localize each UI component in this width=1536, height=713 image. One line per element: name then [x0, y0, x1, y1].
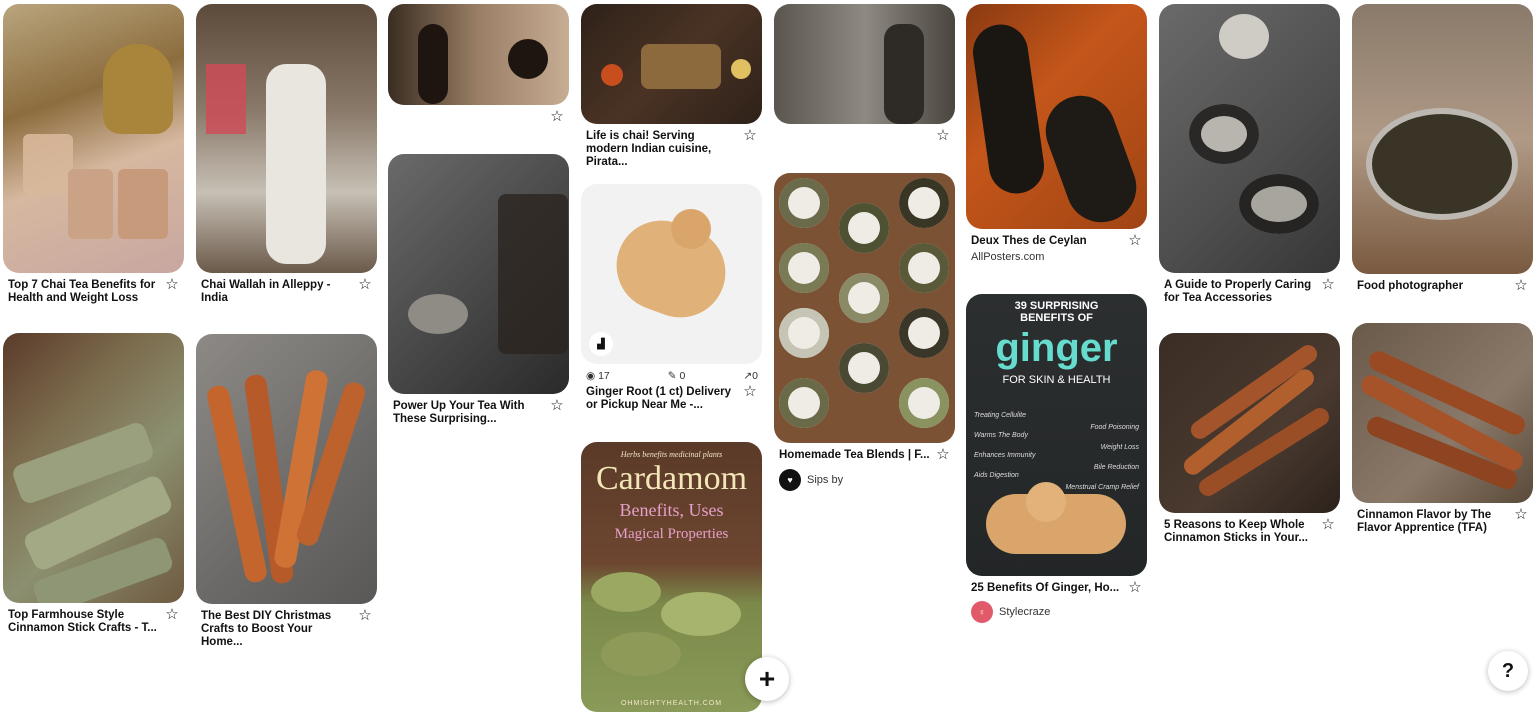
overlay-top: Herbs benefits medicinal plants [620, 450, 723, 459]
source-name: AllPosters.com [971, 251, 1045, 263]
benefit-list-left: Treating Cellulite Warms The Body Enhanc… [974, 412, 1036, 479]
pin-cinnamon-flavor[interactable]: Cinnamon Flavor by The Flavor Apprentice… [1352, 323, 1533, 535]
heart-avatar-icon: ♥ [779, 469, 801, 491]
pin-title[interactable]: 25 Benefits Of Ginger, Ho... [971, 582, 1123, 595]
source-name: Sips by [807, 474, 844, 486]
pin-title[interactable]: The Best DIY Christmas Crafts to Boost Y… [201, 610, 353, 649]
pin-icon: ✎ [667, 370, 677, 382]
stylecraze-avatar: ♀ [971, 601, 993, 623]
pin-diy-christmas[interactable]: The Best DIY Christmas Crafts to Boost Y… [196, 334, 377, 649]
pin-tea-pouring[interactable]: ☆ [774, 4, 955, 150]
add-button[interactable]: + [745, 657, 789, 701]
pin-image[interactable]: 39 SURPRISING BENEFITS OF ginger FOR SKI… [966, 294, 1147, 576]
star-icon[interactable]: ☆ [358, 277, 372, 292]
pin-life-is-chai[interactable]: Life is chai! Serving modern Indian cuis… [581, 4, 762, 169]
overlay-line1: Benefits, Uses [619, 500, 724, 520]
arrow-icon: ↗ [743, 370, 753, 382]
pin-image[interactable] [774, 173, 955, 443]
analytics-icon[interactable]: ▟ [589, 332, 613, 356]
pin-title[interactable]: Life is chai! Serving modern Indian cuis… [586, 130, 738, 169]
star-icon[interactable]: ☆ [165, 607, 179, 622]
pin-image[interactable]: ▟ [581, 184, 762, 364]
star-icon[interactable]: ☆ [550, 109, 564, 124]
saves-stat: ✎ 0 [667, 370, 686, 382]
star-icon[interactable]: ☆ [743, 128, 757, 143]
pin-image[interactable] [388, 4, 569, 105]
pin-power-up-tea[interactable]: Power Up Your Tea With These Surprising.… [388, 154, 569, 426]
pin-title[interactable]: Top 7 Chai Tea Benefits for Health and W… [8, 279, 160, 305]
pin-source[interactable]: AllPosters.com [971, 251, 1123, 263]
pin-deux-thes-ceylan[interactable]: Deux Thes de Ceylan ☆ AllPosters.com [966, 4, 1147, 263]
star-icon[interactable]: ☆ [550, 398, 564, 413]
star-icon[interactable]: ☆ [936, 447, 950, 462]
pin-title[interactable]: Homemade Tea Blends | F... [779, 449, 931, 462]
pin-image[interactable] [196, 334, 377, 604]
pin-source[interactable]: ♥ Sips by [779, 469, 931, 491]
pin-food-photographer[interactable]: Food photographer ☆ [1352, 4, 1533, 293]
star-icon[interactable]: ☆ [1128, 233, 1142, 248]
pin-chai-wallah[interactable]: Chai Wallah in Alleppy - India ☆ [196, 4, 377, 305]
overlay-heading: ginger [995, 326, 1118, 370]
overlay-top: 39 SURPRISING BENEFITS OF [1014, 300, 1099, 324]
star-icon[interactable]: ☆ [358, 608, 372, 623]
pin-benefits-ginger[interactable]: 39 SURPRISING BENEFITS OF ginger FOR SKI… [966, 294, 1147, 623]
pin-image[interactable] [388, 154, 569, 394]
plus-icon: + [758, 663, 776, 694]
pin-title[interactable]: Top Farmhouse Style Cinnamon Stick Craft… [8, 609, 160, 635]
pin-stats: ◉ 17 ✎ 0 ↗0 [581, 364, 762, 382]
clicks-stat: ↗0 [743, 370, 758, 382]
star-icon[interactable]: ☆ [1321, 277, 1335, 292]
pin-cardamom[interactable]: Herbs benefits medicinal plants Cardamom… [581, 442, 762, 712]
star-icon[interactable]: ☆ [743, 384, 757, 399]
pin-image[interactable] [3, 4, 184, 273]
star-icon[interactable]: ☆ [1128, 580, 1142, 595]
pin-tea-accessories[interactable]: A Guide to Properly Caring for Tea Acces… [1159, 4, 1340, 305]
source-name: Stylecraze [999, 606, 1051, 618]
pin-image[interactable] [1159, 4, 1340, 273]
pin-kettle-silhouette[interactable]: ☆ [388, 4, 569, 131]
pin-title[interactable]: Ginger Root (1 ct) Delivery or Pickup Ne… [586, 386, 738, 412]
pin-homemade-tea-blends[interactable]: Homemade Tea Blends | F... ☆ ♥ Sips by [774, 173, 955, 491]
pin-ginger-root[interactable]: ▟ ◉ 17 ✎ 0 ↗0 Ginger Root (1 ct) Deliver… [581, 184, 762, 412]
pin-image[interactable] [581, 4, 762, 124]
pin-image[interactable] [966, 4, 1147, 229]
views-stat: ◉ 17 [586, 370, 610, 382]
overlay-footer: OHMIGHTYHEALTH.COM [620, 700, 723, 707]
pin-cinnamon-reasons[interactable]: 5 Reasons to Keep Whole Cinnamon Sticks … [1159, 333, 1340, 545]
benefit-list-right: Food Poisoning Weight Loss Bile Reductio… [1065, 424, 1139, 491]
pin-title[interactable]: Chai Wallah in Alleppy - India [201, 279, 353, 305]
pin-image[interactable] [196, 4, 377, 273]
star-icon[interactable]: ☆ [1321, 517, 1335, 532]
pin-farmhouse-cinnamon[interactable]: Top Farmhouse Style Cinnamon Stick Craft… [3, 333, 184, 635]
star-icon[interactable]: ☆ [1514, 507, 1528, 522]
star-icon[interactable]: ☆ [165, 277, 179, 292]
question-icon: ? [1501, 659, 1515, 682]
overlay-sub: FOR SKIN & HEALTH [1002, 374, 1111, 386]
pin-image[interactable] [3, 333, 184, 603]
star-icon[interactable]: ☆ [1514, 278, 1528, 293]
overlay-heading: Cardamom [595, 460, 748, 497]
eye-icon: ◉ [586, 370, 596, 382]
pin-image[interactable] [1352, 4, 1533, 274]
pin-title[interactable]: Power Up Your Tea With These Surprising.… [393, 400, 545, 426]
pin-image[interactable] [1159, 333, 1340, 513]
overlay-line2: Magical Properties [614, 526, 729, 542]
pin-title[interactable]: A Guide to Properly Caring for Tea Acces… [1164, 279, 1316, 305]
pin-title[interactable]: Deux Thes de Ceylan [971, 235, 1123, 248]
pin-title[interactable]: 5 Reasons to Keep Whole Cinnamon Sticks … [1164, 519, 1316, 545]
pin-title[interactable]: Cinnamon Flavor by The Flavor Apprentice… [1357, 509, 1509, 535]
pin-image[interactable]: Herbs benefits medicinal plants Cardamom… [581, 442, 762, 712]
star-icon[interactable]: ☆ [936, 128, 950, 143]
pin-source[interactable]: ♀ Stylecraze [971, 601, 1123, 623]
pin-title[interactable]: Food photographer [1357, 280, 1509, 293]
pin-chai-benefits[interactable]: Top 7 Chai Tea Benefits for Health and W… [3, 4, 184, 305]
help-button[interactable]: ? [1488, 651, 1528, 691]
pin-image[interactable] [774, 4, 955, 124]
pin-image[interactable] [1352, 323, 1533, 503]
